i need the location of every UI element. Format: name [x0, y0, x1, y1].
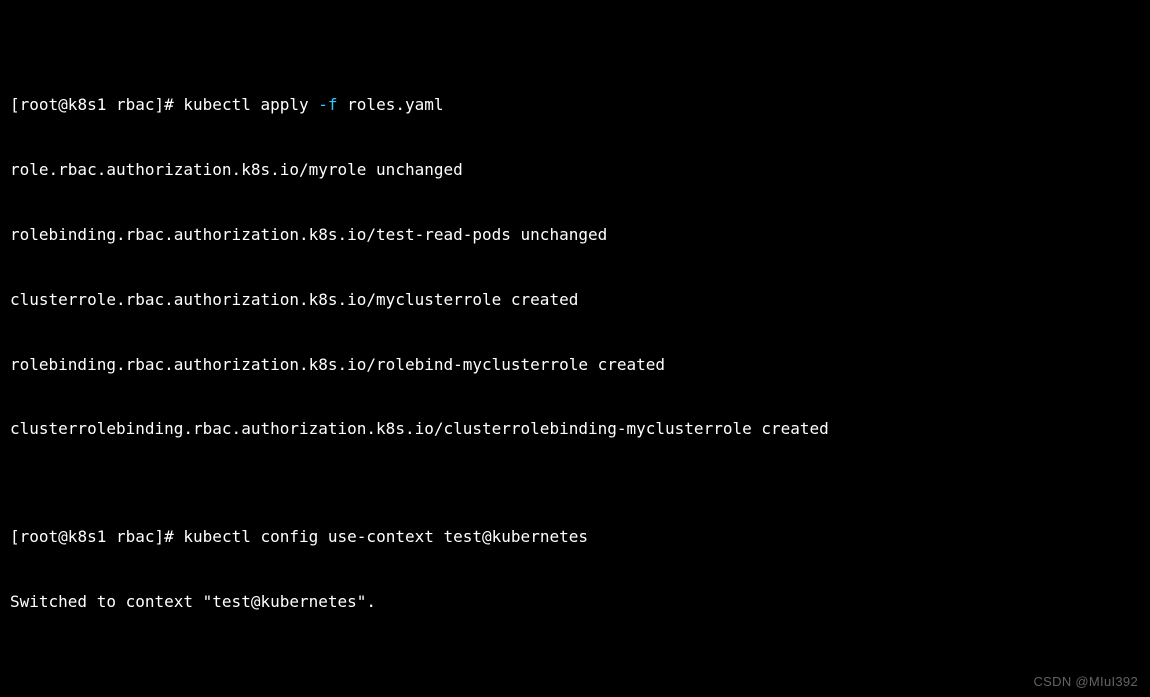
command-flag: -f — [318, 95, 337, 114]
user-host: root@k8s1 — [20, 95, 116, 114]
output-line: Switched to context "test@kubernetes". — [10, 591, 1140, 613]
prompt-path: rbac — [116, 95, 155, 114]
prompt-close: ]# — [155, 95, 184, 114]
output-line: rolebinding.rbac.authorization.k8s.io/te… — [10, 224, 1140, 246]
prompt-line: [root@k8s1 rbac]# kubectl apply -f roles… — [10, 94, 1140, 116]
prompt-open: [ — [10, 95, 20, 114]
prompt-line: [root@k8s1 rbac]# kubectl config use-con… — [10, 526, 1140, 548]
watermark: CSDN @MIuI392 — [1033, 673, 1138, 691]
output-line: clusterrole.rbac.authorization.k8s.io/my… — [10, 289, 1140, 311]
command-rest: roles.yaml — [338, 95, 444, 114]
output-line: rolebinding.rbac.authorization.k8s.io/ro… — [10, 354, 1140, 376]
command-text: kubectl apply — [183, 95, 318, 114]
output-line: clusterrolebinding.rbac.authorization.k8… — [10, 418, 1140, 440]
output-line: role.rbac.authorization.k8s.io/myrole un… — [10, 159, 1140, 181]
terminal[interactable]: [root@k8s1 rbac]# kubectl apply -f roles… — [0, 0, 1150, 697]
command-text: kubectl config use-context test@kubernet… — [183, 527, 588, 546]
